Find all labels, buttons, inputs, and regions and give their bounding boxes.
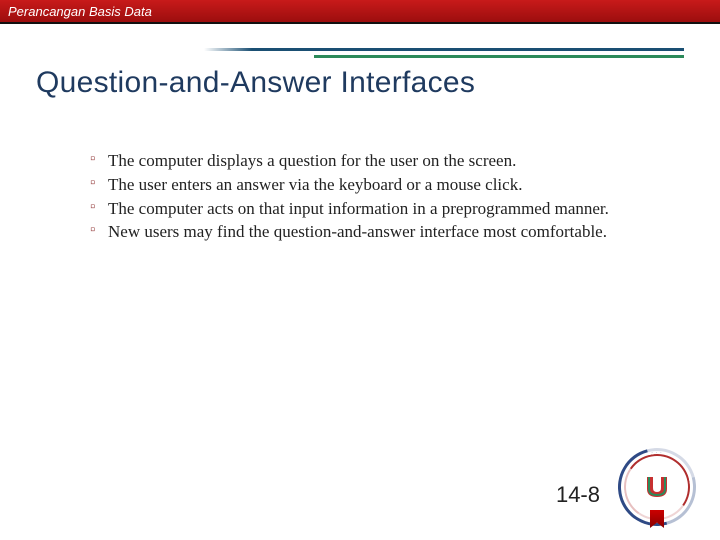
divider-line-blue <box>204 48 684 51</box>
course-title: Perancangan Basis Data <box>8 4 152 19</box>
header-bar: Perancangan Basis Data <box>0 0 720 24</box>
list-item: The user enters an answer via the keyboa… <box>90 174 670 196</box>
logo-mark <box>643 473 671 501</box>
bullet-list: The computer displays a question for the… <box>90 150 670 243</box>
logo-microtext: · · · <box>651 450 662 455</box>
slide-title: Question-and-Answer Interfaces <box>36 66 684 100</box>
list-item: New users may find the question-and-answ… <box>90 221 670 243</box>
page-number: 14-8 <box>556 482 600 508</box>
divider-line-green <box>314 55 684 58</box>
title-zone: Question-and-Answer Interfaces <box>0 42 720 100</box>
title-divider <box>36 42 684 62</box>
list-item: The computer displays a question for the… <box>90 150 670 172</box>
list-item: The computer acts on that input informat… <box>90 198 670 220</box>
institution-logo: · · · <box>618 448 696 526</box>
content-area: The computer displays a question for the… <box>90 150 670 245</box>
slide: Perancangan Basis Data Question-and-Answ… <box>0 0 720 540</box>
